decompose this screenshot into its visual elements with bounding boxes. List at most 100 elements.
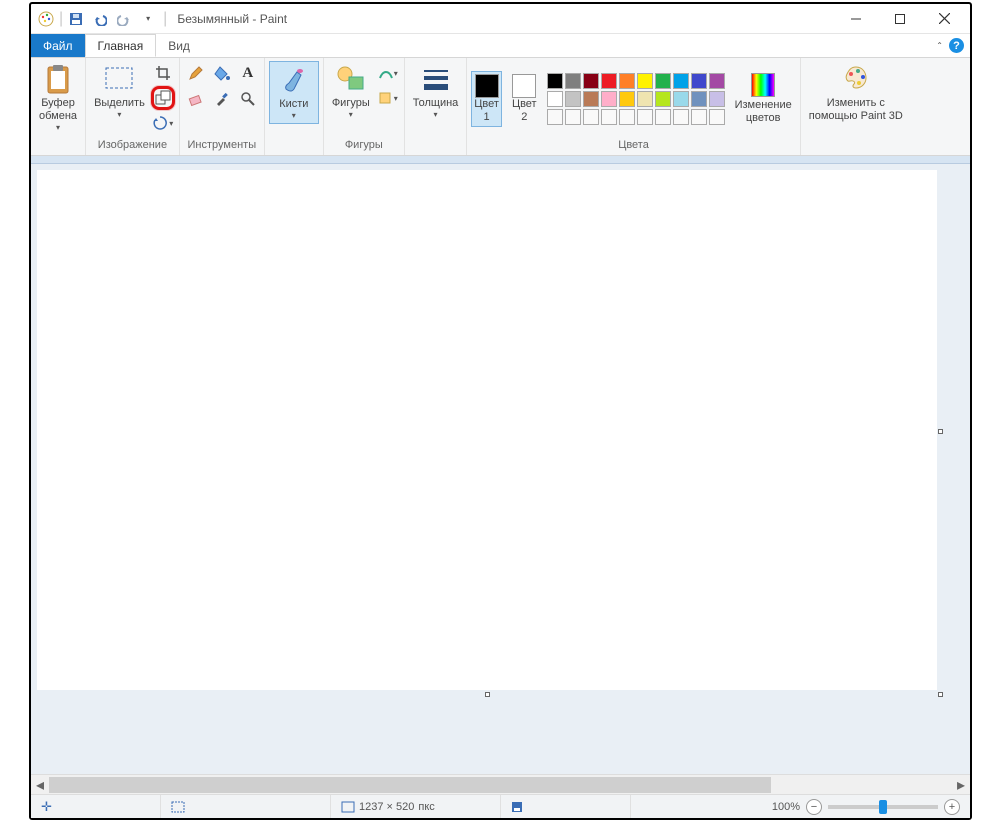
scroll-right-icon[interactable]: ▸	[952, 776, 970, 794]
palette-swatch[interactable]	[583, 91, 599, 107]
tab-view[interactable]: Вид	[156, 34, 202, 57]
resize-handle-bottom[interactable]	[485, 692, 490, 697]
color1-swatch	[475, 74, 499, 98]
palette-swatch-empty[interactable]	[583, 109, 599, 125]
paint-window: | ▾ | Безымянный - Paint Файл Главная Ви…	[29, 2, 972, 820]
ribbon: Буфер обмена ▾ Выделить ▾	[31, 58, 970, 156]
resize-handle-right[interactable]	[938, 429, 943, 434]
status-selection	[161, 795, 331, 818]
shape-outline-button[interactable]: ▾	[376, 61, 400, 85]
group-tools-label: Инструменты	[188, 137, 257, 155]
edit-colors-label: Изменение цветов	[735, 99, 792, 125]
collapse-ribbon-icon[interactable]: ⌃	[936, 41, 943, 50]
zoom-in-button[interactable]: +	[944, 799, 960, 815]
status-dimensions: 1237 × 520 пкс	[331, 795, 501, 818]
tab-home[interactable]: Главная	[85, 34, 157, 57]
palette-swatch[interactable]	[673, 73, 689, 89]
palette-swatch[interactable]	[709, 73, 725, 89]
resize-handle-corner[interactable]	[938, 692, 943, 697]
group-colors: Цвет 1 Цвет 2 Изменение цветов Цвета	[467, 58, 800, 155]
dims-value: 1237 × 520	[359, 801, 414, 813]
pencil-tool[interactable]	[184, 61, 208, 85]
redo-icon[interactable]	[113, 8, 135, 30]
scroll-track[interactable]	[49, 777, 952, 793]
palette-swatch-empty[interactable]	[673, 109, 689, 125]
palette-swatch[interactable]	[583, 73, 599, 89]
palette-swatch[interactable]	[601, 91, 617, 107]
palette-swatch-empty[interactable]	[601, 109, 617, 125]
color1-button[interactable]: Цвет 1	[471, 71, 502, 127]
paint-logo-icon	[35, 8, 57, 30]
size-label: Толщина	[413, 97, 459, 110]
scroll-left-icon[interactable]: ◂	[31, 776, 49, 794]
palette-swatch[interactable]	[565, 73, 581, 89]
canvas[interactable]	[37, 170, 937, 690]
palette-swatch[interactable]	[547, 91, 563, 107]
scroll-thumb[interactable]	[49, 777, 771, 793]
group-image-label: Изображение	[98, 137, 167, 155]
palette-swatch[interactable]	[637, 91, 653, 107]
crop-button[interactable]	[151, 61, 175, 85]
palette-swatch[interactable]	[565, 91, 581, 107]
shapes-label: Фигуры	[332, 97, 370, 110]
group-size: Толщина ▾	[405, 58, 468, 155]
text-tool[interactable]: A	[236, 61, 260, 85]
status-filesize	[501, 795, 631, 818]
palette-swatch-empty[interactable]	[691, 109, 707, 125]
palette-swatch-empty[interactable]	[619, 109, 635, 125]
resize-button[interactable]	[151, 86, 175, 110]
palette-swatch[interactable]	[655, 73, 671, 89]
eyedropper-tool[interactable]	[210, 87, 234, 111]
palette-swatch[interactable]	[619, 91, 635, 107]
paste-button[interactable]: Буфер обмена ▾	[35, 61, 81, 135]
palette-swatch[interactable]	[637, 73, 653, 89]
palette-swatch[interactable]	[619, 73, 635, 89]
color2-swatch	[512, 74, 536, 98]
select-rect-icon	[103, 63, 135, 95]
zoom-slider[interactable]	[828, 805, 938, 809]
tab-file[interactable]: Файл	[31, 34, 85, 57]
palette-swatch[interactable]	[691, 73, 707, 89]
rotate-button[interactable]: ▾	[151, 111, 175, 135]
size-button[interactable]: Толщина ▾	[409, 61, 463, 122]
palette-swatch[interactable]	[547, 73, 563, 89]
palette-swatch-empty[interactable]	[547, 109, 563, 125]
palette-swatch[interactable]	[709, 91, 725, 107]
brushes-button[interactable]: Кисти ▾	[269, 61, 319, 124]
group-clipboard: Буфер обмена ▾	[31, 58, 86, 155]
palette-swatch-empty[interactable]	[655, 109, 671, 125]
save-icon[interactable]	[65, 8, 87, 30]
paint3d-button[interactable]: Изменить с помощью Paint 3D	[805, 61, 907, 125]
palette-swatch[interactable]	[691, 91, 707, 107]
palette-swatch[interactable]	[655, 91, 671, 107]
zoom-out-button[interactable]: −	[806, 799, 822, 815]
magnifier-tool[interactable]	[236, 87, 260, 111]
disk-icon	[511, 801, 523, 813]
selection-size-icon	[171, 801, 185, 813]
group-shapes: Фигуры ▾ ▾ ▾ Фигуры	[324, 58, 405, 155]
eraser-tool[interactable]	[184, 87, 208, 111]
ruler-strip	[31, 156, 970, 164]
zoom-knob[interactable]	[879, 800, 887, 814]
palette-swatch-empty[interactable]	[637, 109, 653, 125]
help-icon[interactable]: ?	[949, 38, 964, 53]
dims-unit: пкс	[418, 801, 434, 813]
zoom-value: 100%	[772, 801, 800, 813]
palette-swatch[interactable]	[673, 91, 689, 107]
edit-colors-button[interactable]: Изменение цветов	[731, 71, 796, 127]
color2-button[interactable]: Цвет 2	[508, 72, 541, 126]
palette-swatch-empty[interactable]	[709, 109, 725, 125]
minimize-button[interactable]	[834, 5, 878, 33]
fill-tool[interactable]	[210, 61, 234, 85]
shapes-button[interactable]: Фигуры ▾	[328, 61, 374, 122]
maximize-button[interactable]	[878, 5, 922, 33]
qat-customize-icon[interactable]: ▾	[137, 8, 159, 30]
canvas-area[interactable]	[31, 164, 970, 774]
hscrollbar[interactable]: ◂ ▸	[31, 774, 970, 794]
close-button[interactable]	[922, 5, 966, 33]
palette-swatch-empty[interactable]	[565, 109, 581, 125]
palette-swatch[interactable]	[601, 73, 617, 89]
shape-fill-button[interactable]: ▾	[376, 86, 400, 110]
select-button[interactable]: Выделить ▾	[90, 61, 149, 122]
undo-icon[interactable]	[89, 8, 111, 30]
